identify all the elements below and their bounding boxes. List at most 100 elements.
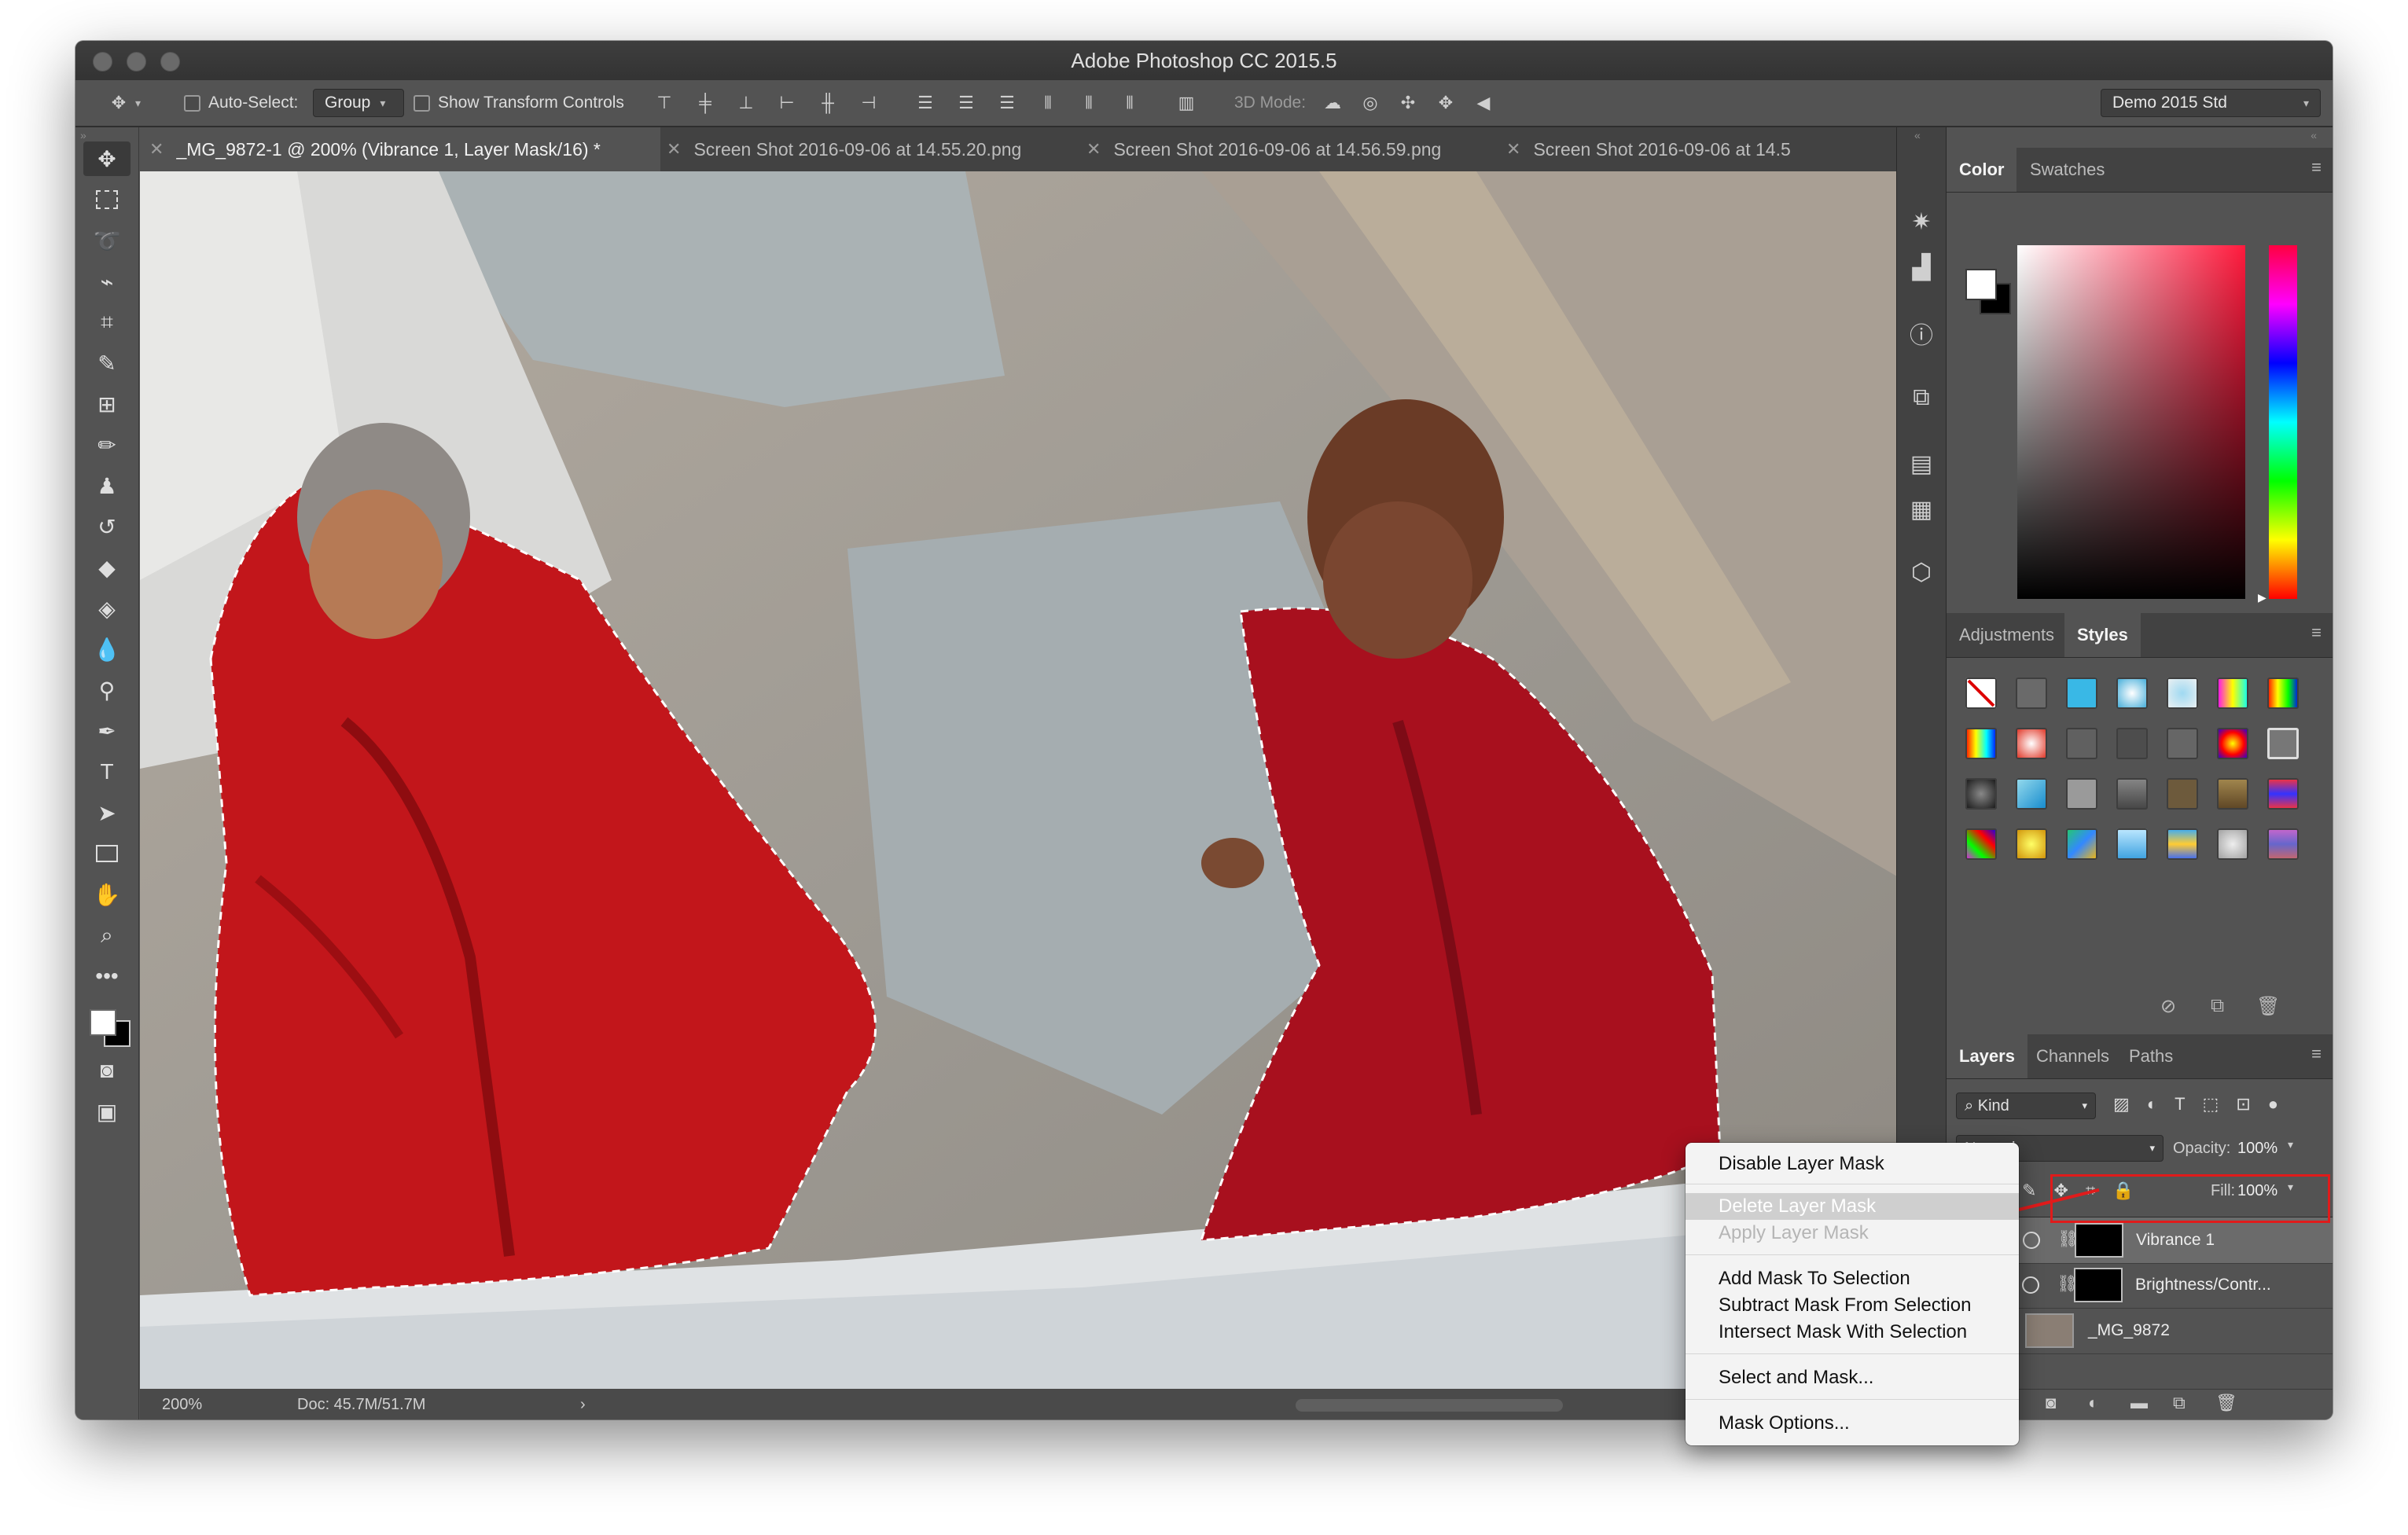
style-swatch[interactable] — [2167, 678, 2198, 709]
stamp-tool[interactable]: ♟ — [83, 468, 131, 503]
style-swatch[interactable] — [2116, 828, 2148, 860]
style-swatch[interactable] — [2066, 828, 2097, 860]
style-swatch[interactable] — [2217, 678, 2248, 709]
menu-item-delete-mask[interactable]: Delete Layer Mask — [1686, 1193, 2019, 1220]
distribute-hcenter-icon[interactable]: ⫴ — [1077, 91, 1101, 115]
style-swatch[interactable] — [2116, 728, 2148, 759]
3d-camera-icon[interactable]: ◀ — [1472, 91, 1495, 115]
tab-adjustments[interactable]: Adjustments — [1947, 613, 2067, 657]
style-swatch[interactable] — [2217, 828, 2248, 860]
navigator-icon[interactable]: ✷ — [1906, 206, 1937, 237]
close-tab-icon[interactable]: ✕ — [667, 139, 681, 160]
tab-layers[interactable]: Layers — [1947, 1034, 2027, 1078]
style-swatch[interactable] — [2066, 728, 2097, 759]
close-tab-icon[interactable]: ✕ — [1086, 139, 1101, 160]
hue-pointer-icon[interactable]: ▶ — [2258, 591, 2266, 604]
delete-style-icon[interactable]: 🗑 — [2256, 995, 2280, 1018]
distribute-bottom-icon[interactable]: ☰ — [995, 91, 1019, 115]
style-swatch[interactable] — [2066, 678, 2097, 709]
color-swatches[interactable] — [85, 1001, 131, 1050]
workspace-dropdown[interactable]: Demo 2015 Std ▾ — [2101, 89, 2321, 117]
more-tools[interactable]: ••• — [83, 959, 131, 993]
filter-smart-icon[interactable]: ⊡ — [2236, 1094, 2250, 1115]
style-swatch[interactable] — [2267, 678, 2299, 709]
move-tool-preset[interactable]: ✥ ▾ — [107, 80, 141, 126]
panel-grip-icon[interactable]: » — [80, 129, 86, 141]
clear-style-icon[interactable]: ⊘ — [2160, 995, 2176, 1018]
path-select-tool[interactable]: ➤ — [83, 795, 131, 830]
tab-document-3[interactable]: ✕ Screen Shot 2016-09-06 at 14.56.59.png — [1079, 127, 1495, 171]
type-tool[interactable]: T — [83, 755, 131, 789]
crop-tool[interactable]: ⌗ — [83, 305, 131, 340]
3d-slide-icon[interactable]: ✥ — [1434, 91, 1458, 115]
panel-menu-icon[interactable]: ≡ — [2311, 157, 2322, 178]
foreground-color-swatch[interactable] — [90, 1009, 116, 1036]
filter-pixel-icon[interactable]: ▨ — [2113, 1094, 2130, 1115]
foreground-color-chip[interactable] — [1965, 269, 1997, 300]
paint-bucket-tool[interactable]: ◈ — [83, 591, 131, 626]
dodge-tool[interactable]: ⚲ — [83, 673, 131, 707]
menu-item-mask-options[interactable]: Mask Options... — [1686, 1410, 2019, 1437]
3d-orbit-icon[interactable]: ☁ — [1321, 91, 1344, 115]
align-bottom-icon[interactable]: ⊥ — [734, 91, 758, 115]
auto-select-dropdown[interactable]: Group ▾ — [313, 89, 404, 117]
delete-layer-icon[interactable]: 🗑 — [2215, 1393, 2237, 1413]
style-swatch[interactable] — [2066, 778, 2097, 810]
marquee-tool[interactable] — [83, 182, 131, 217]
history-brush-tool[interactable]: ↺ — [83, 509, 131, 544]
menu-item-select-and-mask[interactable]: Select and Mask... — [1686, 1364, 2019, 1391]
add-mask-icon[interactable]: ◙ — [2046, 1393, 2056, 1413]
style-swatch[interactable] — [2267, 728, 2299, 759]
style-swatch[interactable] — [1965, 828, 1997, 860]
3d-panel-icon[interactable]: ⬡ — [1906, 556, 1937, 588]
document-canvas[interactable] — [140, 171, 1938, 1389]
quick-mask-button[interactable]: ◙ — [83, 1053, 131, 1088]
align-vcenter-icon[interactable]: ╪ — [693, 91, 717, 115]
minimize-window-button[interactable] — [127, 52, 146, 72]
collapse-icon[interactable]: « — [1914, 129, 1921, 141]
align-left-icon[interactable]: ⊢ — [775, 91, 799, 115]
zoom-tool[interactable]: ⌕ — [83, 918, 131, 953]
layer-mask-thumbnail[interactable] — [2074, 1268, 2123, 1302]
style-swatch[interactable] — [2116, 778, 2148, 810]
menu-item-disable-mask[interactable]: Disable Layer Mask — [1686, 1151, 2019, 1177]
layer-thumbnail[interactable] — [2025, 1313, 2074, 1348]
lasso-tool[interactable]: ➰ — [83, 223, 131, 258]
style-swatch[interactable] — [1965, 728, 1997, 759]
style-swatch[interactable] — [2267, 778, 2299, 810]
style-swatch[interactable] — [2267, 828, 2299, 860]
distribute-left-icon[interactable]: ⫴ — [1036, 91, 1060, 115]
style-swatch[interactable] — [2217, 728, 2248, 759]
style-swatch[interactable] — [1965, 778, 1997, 810]
zoom-window-button[interactable] — [160, 52, 180, 72]
chevron-down-icon[interactable]: ▾ — [2288, 1138, 2293, 1151]
style-none[interactable] — [1965, 678, 1997, 709]
menu-item-add-mask-to-selection[interactable]: Add Mask To Selection — [1686, 1265, 2019, 1292]
menu-item-intersect-mask[interactable]: Intersect Mask With Selection — [1686, 1319, 2019, 1346]
tab-swatches[interactable]: Swatches — [2017, 148, 2117, 192]
style-swatch[interactable] — [2016, 678, 2047, 709]
hand-tool[interactable]: ✋ — [83, 877, 131, 912]
zoom-level[interactable]: 200% — [162, 1396, 202, 1414]
notes-icon[interactable]: ▦ — [1906, 494, 1937, 525]
menu-item-subtract-mask[interactable]: Subtract Mask From Selection — [1686, 1292, 2019, 1319]
clone-source-icon[interactable]: ⧉ — [1906, 382, 1937, 413]
distribute-vcenter-icon[interactable]: ☰ — [954, 91, 978, 115]
style-swatch[interactable] — [2167, 828, 2198, 860]
properties-icon[interactable]: ▤ — [1906, 448, 1937, 479]
show-transform-checkbox[interactable]: Show Transform Controls — [414, 80, 624, 126]
frame-tool[interactable]: ⊞ — [83, 387, 131, 421]
tab-channels[interactable]: Channels — [2024, 1034, 2122, 1078]
filter-adjustment-icon[interactable]: ◐ — [2147, 1094, 2157, 1115]
histogram-icon[interactable]: ▟ — [1906, 252, 1937, 283]
color-field[interactable] — [2017, 245, 2245, 599]
pen-tool[interactable]: ✒ — [83, 714, 131, 748]
panel-menu-icon[interactable]: ≡ — [2311, 622, 2322, 643]
collapse-panels-icon[interactable]: « — [2311, 129, 2317, 141]
opacity-value[interactable]: 100% — [2237, 1140, 2277, 1158]
close-tab-icon[interactable]: ✕ — [1506, 139, 1520, 160]
align-top-icon[interactable]: ⊤ — [653, 91, 676, 115]
tab-document-1[interactable]: ✕ _MG_9872-1 @ 200% (Vibrance 1, Layer M… — [140, 127, 660, 171]
3d-drag-icon[interactable]: ✣ — [1396, 91, 1420, 115]
quick-select-tool[interactable]: ⌁ — [83, 264, 131, 299]
